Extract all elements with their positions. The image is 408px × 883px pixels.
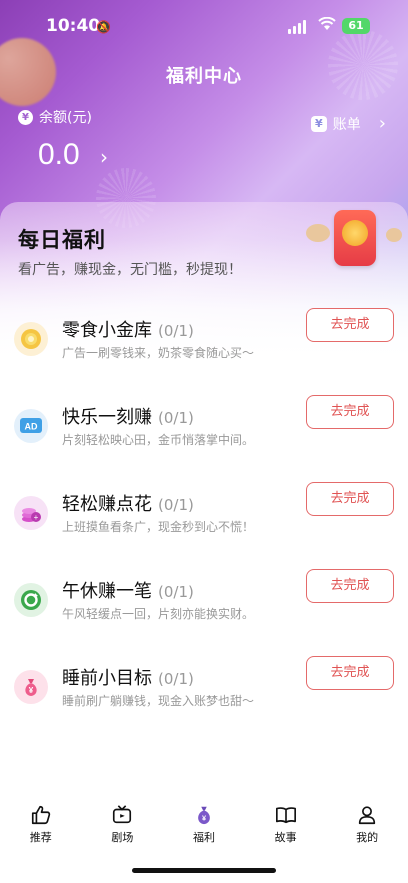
task-count: (0/1) [158, 496, 194, 514]
complete-button[interactable]: 去完成 [306, 482, 394, 516]
thumbs-up-icon [31, 805, 50, 825]
status-bar: 10:40 🔕 61 [0, 14, 408, 42]
task-description: 广告一刷零钱来，奶茶零食随心买～ [62, 346, 255, 360]
ad-icon: AD [14, 409, 48, 443]
tab-mine[interactable]: 我的 [326, 800, 408, 852]
tab-bar: 推荐 剧场 ¥ 福利 故事 我的 [0, 800, 408, 852]
task-row: ¥ 睡前小目标 (0/1) 睡前刷广躺赚钱，现金入账梦也甜～ 去完成 [0, 656, 408, 756]
wifi-icon [318, 16, 336, 35]
refresh-icon [14, 583, 48, 617]
task-count: (0/1) [158, 322, 194, 340]
task-description: 片刻轻松映心田，金币悄落掌中间。 [62, 433, 255, 447]
status-time: 10:40 [46, 16, 101, 36]
task-name: 快乐一刻赚 [62, 407, 152, 428]
person-icon [359, 806, 376, 825]
page-title: 福利中心 [166, 66, 242, 87]
chevron-right-icon[interactable]: › [100, 145, 108, 169]
tab-label: 福利 [192, 831, 215, 844]
bill-icon: ¥ [310, 115, 327, 132]
coin-stack-icon: + [14, 496, 48, 530]
bill-label: 账单 [332, 116, 361, 133]
yen-icon: ¥ [18, 109, 33, 125]
svg-text:AD: AD [25, 422, 38, 432]
complete-button[interactable]: 去完成 [306, 308, 394, 342]
task-count: (0/1) [158, 409, 194, 427]
task-name: 睡前小目标 [62, 668, 152, 689]
tab-label: 推荐 [29, 831, 52, 844]
task-description: 上班摸鱼看条广，现金秒到心不慌！ [62, 520, 255, 534]
balance-value[interactable]: 0.0 [38, 138, 80, 172]
signal-icon [288, 20, 306, 34]
daily-subtitle: 看广告，赚现金，无门槛，秒提现！ [18, 262, 242, 278]
book-icon [275, 807, 296, 824]
coin-decoration [386, 228, 402, 242]
tv-icon [113, 805, 132, 824]
chevron-right-icon: › [378, 113, 386, 134]
complete-button[interactable]: 去完成 [306, 569, 394, 603]
task-name: 午休赚一笔 [62, 581, 152, 602]
task-count: (0/1) [158, 670, 194, 688]
tab-label: 我的 [356, 831, 379, 844]
balance-label: ¥ 余额(元) [18, 107, 92, 127]
tab-welfare[interactable]: ¥ 福利 [163, 800, 245, 852]
coin-icon [14, 322, 48, 356]
coin-decoration [306, 224, 330, 242]
tab-theater[interactable]: 剧场 [82, 800, 164, 852]
battery-icon: 61 [342, 18, 370, 34]
svg-text:¥: ¥ [29, 686, 34, 695]
bell-muted-icon: 🔕 [96, 20, 111, 34]
red-envelope-icon [334, 210, 376, 266]
tab-story[interactable]: 故事 [245, 800, 327, 852]
home-indicator [132, 868, 276, 873]
task-description: 午风轻缓点一回，片刻亦能换实财。 [62, 607, 255, 621]
complete-button[interactable]: 去完成 [306, 395, 394, 429]
task-description: 睡前刷广躺赚钱，现金入账梦也甜～ [62, 694, 255, 708]
tab-label: 剧场 [111, 831, 134, 844]
money-bag-icon: ¥ [14, 670, 48, 704]
complete-button[interactable]: 去完成 [306, 656, 394, 690]
task-name: 轻松赚点花 [62, 494, 152, 515]
daily-title: 每日福利 [18, 228, 106, 252]
bill-button[interactable]: ¥ 账单 › [310, 113, 386, 134]
tab-recommend[interactable]: 推荐 [0, 800, 82, 852]
money-bag-icon: ¥ [198, 806, 210, 825]
balance-label-text: 余额(元) [39, 110, 92, 126]
tab-label: 故事 [274, 831, 297, 844]
task-count: (0/1) [158, 583, 194, 601]
svg-text:+: + [34, 513, 39, 522]
task-name: 零食小金库 [62, 320, 152, 341]
